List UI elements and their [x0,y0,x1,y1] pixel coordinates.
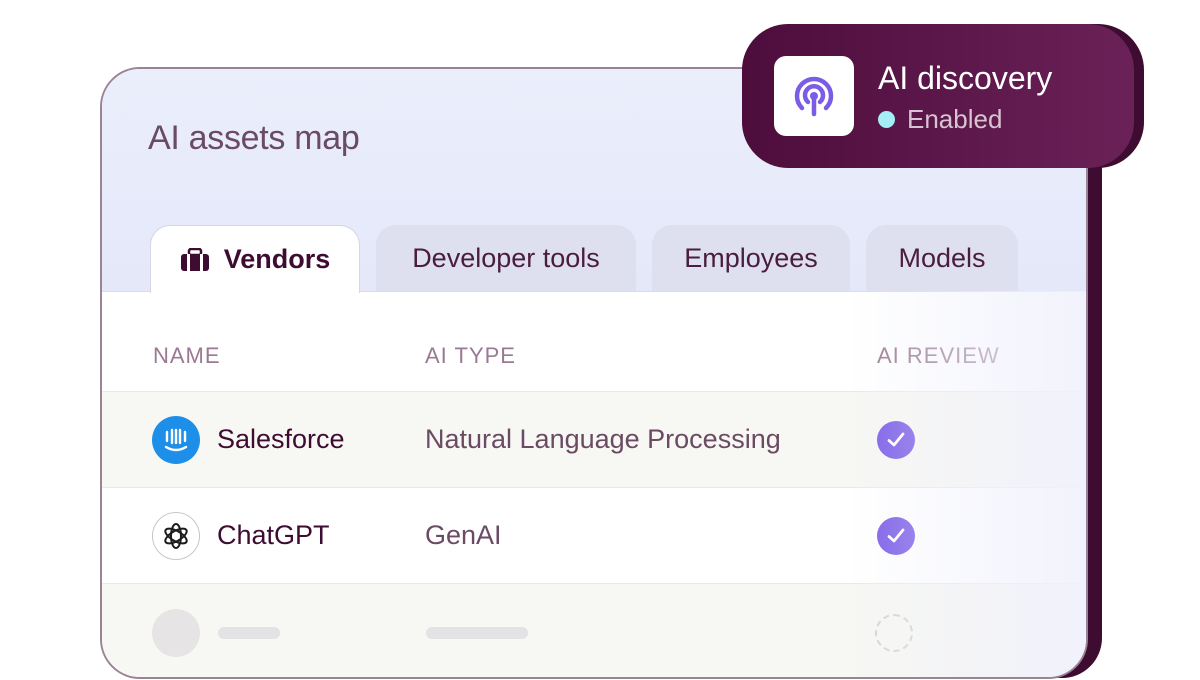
tab-employees-label: Employees [684,242,818,273]
chatgpt-logo-icon [152,512,200,560]
check-icon [877,421,915,459]
skeleton-name-bar [218,627,280,639]
skeleton-avatar [152,609,200,657]
empty-check-icon [875,614,913,652]
table-row[interactable]: Salesforce Natural Language Processing [102,391,1086,488]
tab-developer-tools-label: Developer tools [412,242,600,273]
tab-employees[interactable]: Employees [652,225,850,291]
ai-discovery-badge[interactable]: AI discovery Enabled [742,24,1134,168]
badge-status: Enabled [878,104,1002,135]
tab-models-label: Models [898,242,986,273]
column-header-ai-review: AI REVIEW [877,343,1000,368]
skeleton-row [102,583,1086,677]
card-title: AI assets map [148,119,360,157]
tab-models[interactable]: Models [866,225,1018,291]
status-dot-icon [878,111,895,128]
vendor-name: Salesforce [217,424,345,454]
tab-developer-tools[interactable]: Developer tools [376,225,636,291]
broadcast-signal-icon [774,56,854,136]
table-row[interactable]: ChatGPT GenAI [102,487,1086,584]
tab-vendors[interactable]: Vendors [150,225,360,293]
badge-status-label: Enabled [907,104,1003,134]
vendor-name: ChatGPT [217,520,330,550]
badge-title: AI discovery [878,60,1053,96]
skeleton-type-bar [426,627,528,639]
ai-type: Natural Language Processing [425,424,781,454]
ai-type: GenAI [425,520,502,550]
check-icon [877,517,915,555]
briefcase-icon [180,247,210,272]
column-header-ai-type: AI TYPE [425,343,516,368]
tab-vendors-label: Vendors [223,244,331,274]
column-header-name: NAME [153,343,221,368]
salesforce-logo-icon [152,416,200,464]
